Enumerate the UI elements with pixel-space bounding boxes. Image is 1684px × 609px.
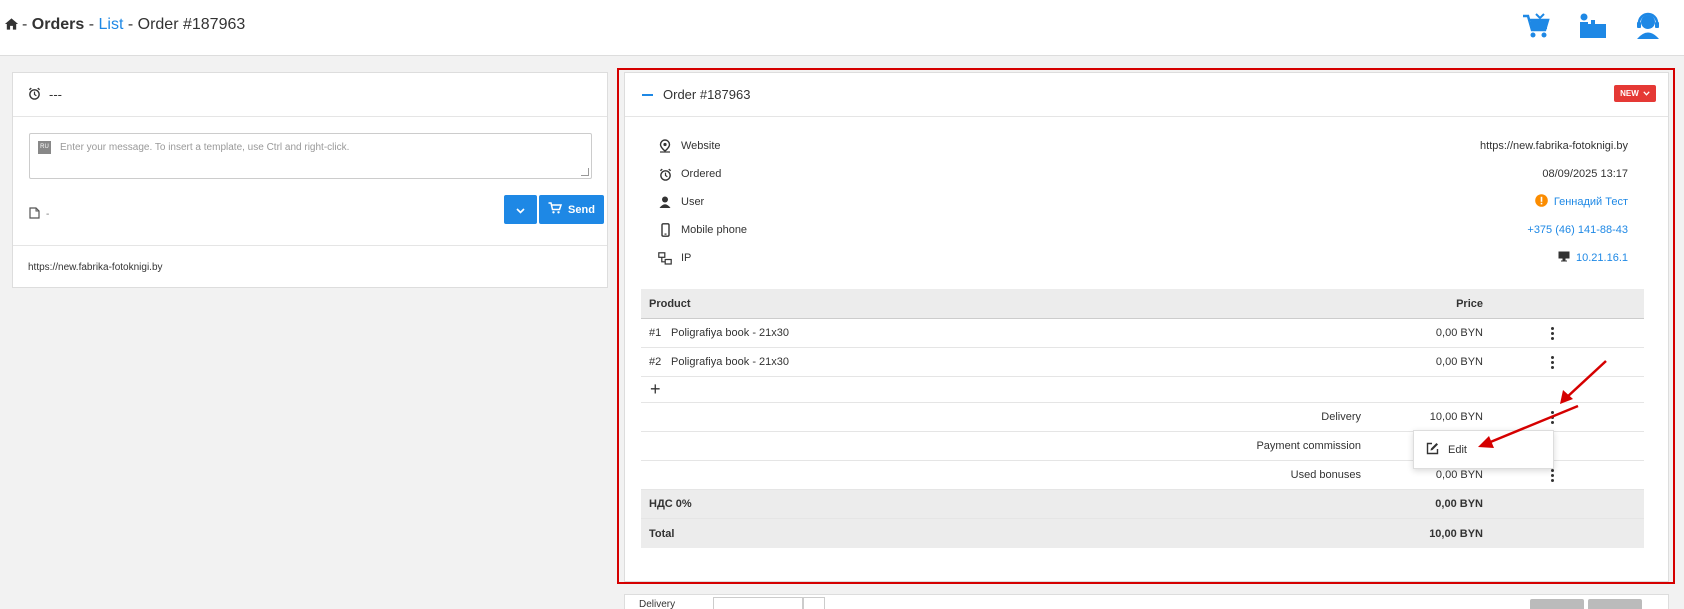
breadcrumb-sep: - (22, 16, 28, 33)
breadcrumb-current: Order #187963 (137, 16, 246, 33)
home-icon[interactable] (4, 17, 20, 33)
cart-icon (548, 202, 563, 217)
alarm-clock-icon (28, 87, 41, 103)
office-user-icon[interactable] (1576, 10, 1608, 42)
message-panel: --- RU Enter your message. To insert a t… (12, 72, 608, 288)
site-url: https://new.fabrika-fotoknigi.by (13, 245, 607, 288)
breadcrumb-list-link[interactable]: List (98, 16, 123, 34)
language-badge[interactable]: RU (38, 141, 51, 154)
highlight-frame (617, 68, 1675, 584)
breadcrumb: - Orders - List - Order #187963 (4, 16, 245, 34)
delivery-panel-title: Delivery (639, 599, 676, 609)
file-icon[interactable] (29, 207, 40, 222)
edit-icon (1426, 442, 1439, 458)
attachment-row[interactable]: - (29, 207, 49, 222)
row-context-menu: Edit (1413, 430, 1554, 469)
support-agent-icon[interactable] (1632, 10, 1664, 42)
delivery-action-button[interactable] (713, 597, 803, 609)
header-actions (1520, 10, 1664, 42)
message-panel-header: --- (13, 73, 607, 117)
breadcrumb-orders[interactable]: Orders (32, 16, 84, 34)
cart-icon[interactable] (1520, 10, 1552, 42)
send-options-button[interactable] (504, 195, 537, 224)
delivery-options-button[interactable] (803, 597, 825, 609)
chevron-down-icon (516, 203, 525, 217)
volume-badge (1588, 599, 1642, 609)
attachment-text: - (46, 209, 50, 220)
send-button[interactable]: Send (539, 195, 604, 224)
resize-handle[interactable] (581, 168, 589, 176)
message-panel-title: --- (49, 87, 62, 102)
edit-menu-item[interactable]: Edit (1448, 444, 1467, 456)
top-bar: - Orders - List - Order #187963 (0, 0, 1684, 56)
message-placeholder: Enter your message. To insert a template… (60, 142, 350, 153)
send-label: Send (568, 203, 595, 216)
weight-badge (1530, 599, 1584, 609)
breadcrumb-sep: - (127, 16, 134, 33)
breadcrumb-sep: - (88, 16, 95, 33)
message-input[interactable]: RU Enter your message. To insert a templ… (29, 133, 592, 179)
delivery-panel-header: Delivery (624, 594, 1669, 609)
